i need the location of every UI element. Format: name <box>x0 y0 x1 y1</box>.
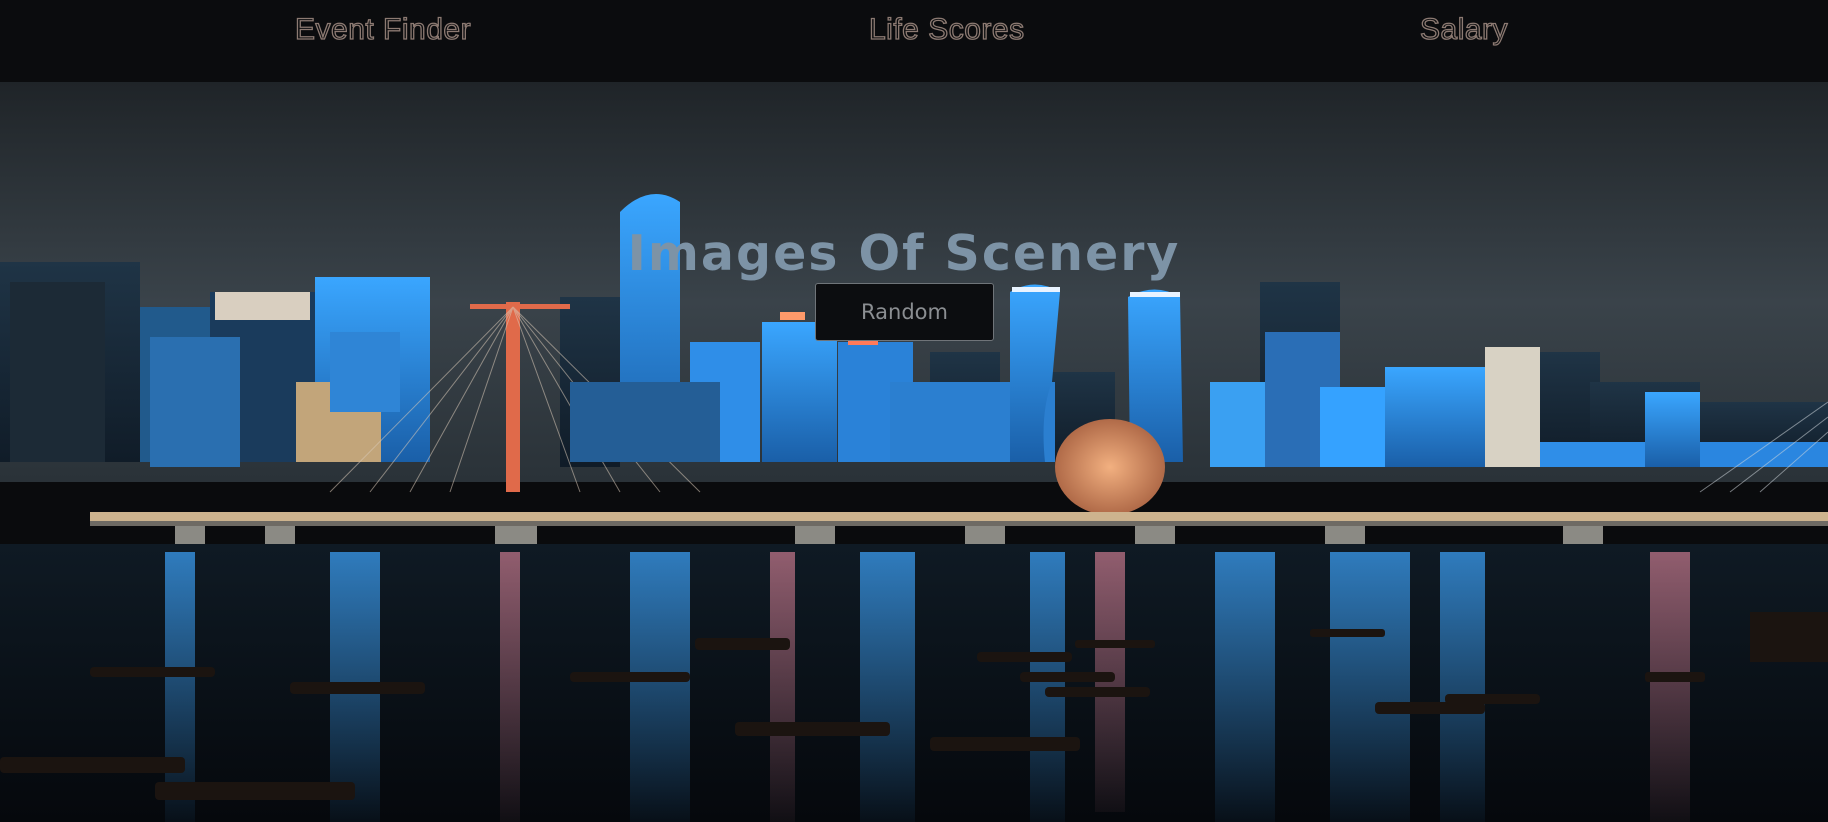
hero-background: Images Of Scenery Random <box>0 82 1828 822</box>
skyline-scenery-image <box>0 82 1828 822</box>
top-nav: Event Finder Life Scores Salary <box>0 0 1828 82</box>
nav-link-event-finder[interactable]: Event Finder <box>294 12 471 47</box>
page: Event Finder Life Scores Salary Images O… <box>0 0 1828 822</box>
page-title: Images Of Scenery <box>627 224 1181 282</box>
random-button[interactable]: Random <box>815 283 994 341</box>
nav-link-life-scores[interactable]: Life Scores <box>868 12 1024 47</box>
nav-link-salary[interactable]: Salary <box>1419 12 1508 47</box>
